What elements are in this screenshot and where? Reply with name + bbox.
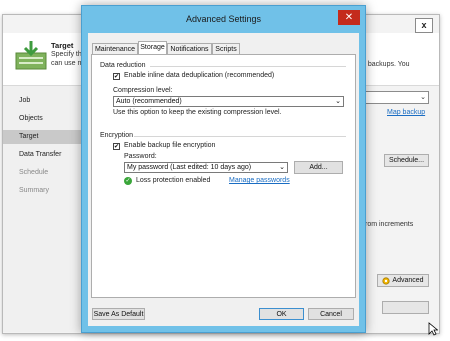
tab-storage[interactable]: Storage	[138, 41, 167, 55]
password-label: Password:	[124, 153, 157, 160]
advanced-button-label: Advanced	[392, 277, 424, 284]
mouse-pointer-icon	[428, 322, 438, 336]
chevron-down-icon: ⌄	[279, 164, 285, 171]
ok-button[interactable]: OK	[259, 308, 304, 320]
backup-repository-select[interactable]: ⌄	[357, 91, 429, 104]
dialog-client-area: Maintenance Storage Notifications Script…	[88, 33, 359, 326]
password-select[interactable]: My password (Last edited: 10 days ago) ⌄	[124, 162, 288, 173]
compression-hint: Use this option to keep the existing com…	[113, 109, 282, 116]
sidebar-item-job[interactable]: Job	[3, 94, 83, 108]
sidebar-item-data-transfer[interactable]: Data Transfer	[3, 148, 83, 162]
compression-select[interactable]: Auto (recommended) ⌄	[113, 96, 344, 107]
manage-passwords-link[interactable]: Manage passwords	[229, 177, 290, 184]
schedule-button[interactable]: Schedule...	[384, 154, 429, 167]
encryption-heading: Encryption	[100, 132, 134, 139]
add-password-button[interactable]: Add...	[294, 161, 343, 174]
storage-tab-panel: Data reduction ✔ Enable inline data dedu…	[91, 54, 356, 298]
loss-protection-status: Loss protection enabled	[136, 177, 211, 184]
sidebar-item-summary[interactable]: Summary	[3, 184, 83, 198]
encryption-label: Enable backup file encryption	[124, 142, 216, 149]
wizard-right-button[interactable]	[382, 301, 429, 314]
encryption-checkbox[interactable]: ✔	[113, 143, 120, 150]
advanced-settings-dialog: Advanced Settings ✕ Maintenance Storage …	[81, 5, 366, 333]
check-circle-icon: ✓	[124, 177, 132, 185]
dedup-label: Enable inline data deduplication (recomm…	[124, 72, 275, 79]
chevron-down-icon: ⌄	[335, 98, 341, 105]
password-value: My password (Last edited: 10 days ago)	[127, 164, 252, 171]
chevron-down-icon: ⌄	[420, 94, 426, 101]
gear-icon	[382, 277, 390, 285]
compression-value: Auto (recommended)	[116, 98, 182, 105]
save-as-default-button[interactable]: Save As Default	[92, 308, 145, 320]
sidebar-item-target[interactable]: Target	[3, 130, 83, 144]
dialog-close-button[interactable]: ✕	[338, 10, 360, 25]
compression-label: Compression level:	[113, 87, 173, 94]
section-divider	[134, 136, 346, 137]
section-divider	[150, 66, 346, 67]
wizard-sidebar: Job Objects Target Data Transfer Schedul…	[3, 86, 83, 332]
sidebar-item-objects[interactable]: Objects	[3, 112, 83, 126]
data-reduction-heading: Data reduction	[100, 62, 146, 69]
map-backup-link[interactable]: Map backup	[387, 109, 425, 116]
wizard-step-description-2: can use m	[51, 60, 84, 67]
increments-text: rom increments	[365, 221, 414, 228]
dedup-checkbox[interactable]: ✔	[113, 73, 120, 80]
wizard-step-title: Target	[51, 41, 74, 50]
advanced-button[interactable]: Advanced	[377, 274, 429, 287]
wizard-close-button[interactable]: x	[415, 18, 433, 33]
dialog-title: Advanced Settings	[185, 14, 262, 24]
sidebar-item-schedule[interactable]: Schedule	[3, 166, 83, 180]
target-step-icon	[15, 41, 47, 70]
cancel-button[interactable]: Cancel	[308, 308, 354, 320]
